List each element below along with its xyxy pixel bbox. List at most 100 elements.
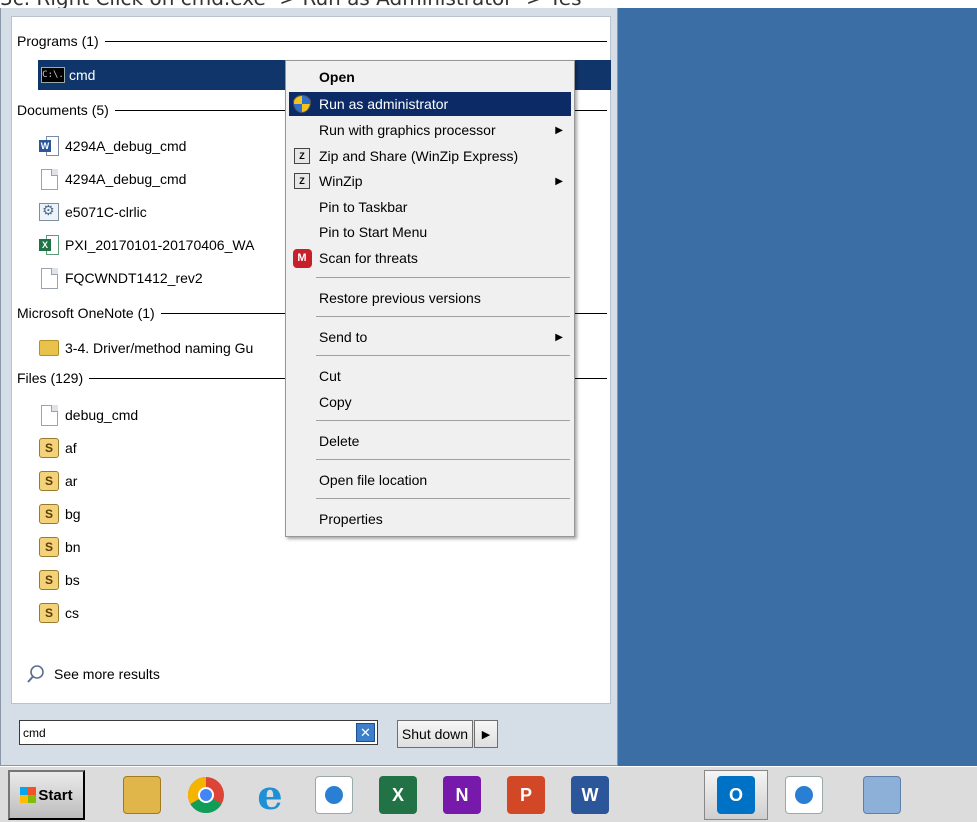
menu-item-scan-for-threats[interactable]: M Scan for threats [289, 246, 571, 270]
windows-logo-icon [20, 787, 37, 803]
result-label: PXI_20170101-20170406_WA [65, 237, 255, 253]
taskbar-app-outlook[interactable]: O [704, 770, 768, 820]
result-label: FQCWNDT1412_rev2 [65, 270, 203, 286]
submenu-arrow-icon: ▶ [555, 124, 563, 136]
result-label: e5071C-clrlic [65, 204, 147, 220]
result-label: 4294A_debug_cmd [65, 171, 187, 187]
script-file-icon: S [39, 438, 59, 458]
taskbar-app-maps[interactable] [302, 770, 366, 820]
result-label: debug_cmd [65, 407, 139, 423]
menu-item-run-as-administrator[interactable]: Run as administrator [289, 92, 571, 116]
result-label: bg [65, 506, 81, 522]
see-more-label: See more results [54, 666, 160, 682]
result-label: bs [65, 572, 80, 588]
menu-item-label: Run with graphics processor [319, 122, 496, 138]
menu-separator [316, 498, 570, 499]
menu-item-zip-and-share[interactable]: Z Zip and Share (WinZip Express) [289, 144, 571, 168]
menu-separator [316, 355, 570, 356]
script-file-icon: S [39, 603, 59, 623]
word-doc-icon: W [39, 136, 59, 156]
menu-item-label: Copy [319, 394, 352, 410]
result-label: ar [65, 473, 78, 489]
folder-icon [39, 340, 59, 356]
menu-item-pin-to-start-menu[interactable]: Pin to Start Menu [289, 220, 571, 244]
taskbar-app-word[interactable]: W [558, 770, 622, 820]
shutdown-button[interactable]: Shut down [397, 720, 473, 748]
menu-item-label: Cut [319, 368, 341, 384]
group-divider [104, 41, 607, 42]
group-label: Documents (5) [17, 102, 109, 118]
internet-explorer-icon: e [257, 771, 283, 819]
search-box[interactable]: ✕ [19, 720, 378, 745]
taskbar-app-file-explorer[interactable] [110, 770, 174, 820]
result-item-file[interactable]: S cs [38, 600, 598, 626]
clear-search-button[interactable]: ✕ [356, 723, 375, 742]
uac-shield-icon [293, 95, 311, 113]
group-label: Files (129) [17, 370, 84, 386]
menu-item-run-with-graphics-processor[interactable]: Run with graphics processor ▶ [289, 118, 571, 142]
taskbar-app-chat[interactable] [772, 770, 836, 820]
see-more-results-link[interactable]: See more results [26, 662, 160, 686]
powerpoint-icon: P [507, 776, 545, 814]
context-menu: Open Run as administrator Run with graph… [285, 60, 575, 537]
menu-separator [316, 420, 570, 421]
menu-separator [316, 277, 570, 278]
menu-item-label: Send to [319, 329, 368, 345]
chrome-icon [187, 777, 224, 814]
shutdown-options-button[interactable]: ▶ [474, 720, 498, 748]
submenu-arrow-icon: ▶ [555, 331, 563, 343]
menu-item-restore-previous-versions[interactable]: Restore previous versions [289, 286, 571, 310]
menu-item-label: Scan for threats [319, 250, 418, 266]
text-file-icon [40, 168, 58, 190]
result-item-file[interactable]: S bs [38, 567, 598, 593]
menu-item-label: WinZip [319, 173, 363, 189]
menu-item-properties[interactable]: Properties [289, 507, 571, 531]
taskbar-app-excel[interactable]: X [366, 770, 430, 820]
menu-item-copy[interactable]: Copy [289, 390, 571, 414]
start-button[interactable]: Start [8, 770, 85, 820]
group-header-programs: Programs (1) [17, 31, 607, 51]
menu-separator [316, 459, 570, 460]
taskbar-app-paint[interactable] [850, 770, 914, 820]
result-item-file[interactable]: S bn [38, 534, 598, 560]
word-icon: W [571, 776, 609, 814]
menu-item-delete[interactable]: Delete [289, 429, 571, 453]
script-file-icon: S [39, 537, 59, 557]
result-label: bn [65, 539, 81, 555]
desktop-background [612, 8, 977, 766]
chevron-right-icon: ▶ [481, 728, 491, 741]
menu-item-pin-to-taskbar[interactable]: Pin to Taskbar [289, 195, 571, 219]
outlook-icon: O [717, 776, 755, 814]
taskbar-app-chrome[interactable] [174, 770, 238, 820]
menu-item-label: Delete [319, 433, 360, 449]
menu-item-label: Pin to Start Menu [319, 224, 428, 240]
result-label: af [65, 440, 77, 456]
config-file-icon [39, 202, 59, 221]
cmd-icon: C:\. [41, 67, 65, 83]
group-label: Microsoft OneNote (1) [17, 305, 155, 321]
menu-item-label: Pin to Taskbar [319, 199, 408, 215]
menu-item-label: Zip and Share (WinZip Express) [319, 148, 519, 164]
winzip-icon: Z [294, 148, 310, 164]
menu-item-label: Properties [319, 511, 383, 527]
script-file-icon: S [39, 471, 59, 491]
menu-item-winzip[interactable]: Z WinZip ▶ [289, 169, 571, 193]
text-file-icon [40, 267, 58, 289]
taskbar-app-onenote[interactable]: N [430, 770, 494, 820]
taskbar-app-internet-explorer[interactable]: e [238, 770, 302, 820]
excel-icon: X [379, 776, 417, 814]
menu-item-label: Open file location [319, 472, 428, 488]
result-label: 3-4. Driver/method naming Gu [65, 340, 254, 356]
result-label: 4294A_debug_cmd [65, 138, 187, 154]
menu-item-label: Open [319, 69, 355, 85]
search-input[interactable] [20, 721, 350, 744]
file-explorer-icon [123, 776, 161, 814]
chat-icon [785, 776, 823, 814]
menu-item-open-file-location[interactable]: Open file location [289, 468, 571, 492]
menu-item-cut[interactable]: Cut [289, 364, 571, 388]
menu-item-send-to[interactable]: Send to ▶ [289, 325, 571, 349]
mcafee-icon: M [292, 248, 312, 268]
menu-item-open[interactable]: Open [289, 65, 571, 89]
taskbar-app-powerpoint[interactable]: P [494, 770, 558, 820]
menu-item-label: Run as administrator [319, 96, 449, 112]
